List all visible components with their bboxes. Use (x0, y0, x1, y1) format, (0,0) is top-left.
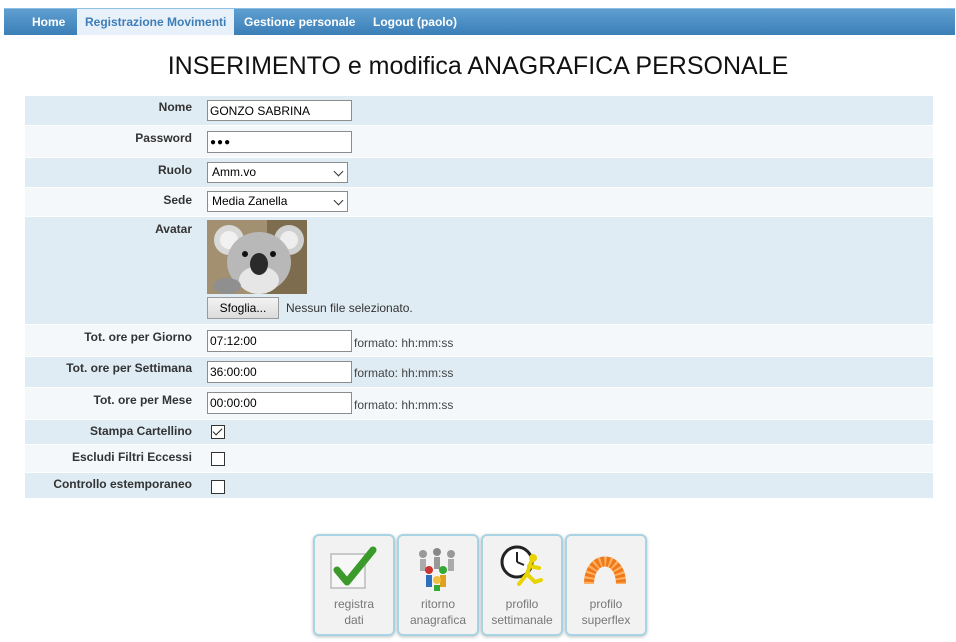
ore-giorno-input[interactable]: 07:12:00 (207, 330, 352, 352)
registra-dati-caption: registra dati (315, 596, 393, 628)
caption-line: profilo (505, 597, 539, 611)
spring-icon (584, 556, 626, 585)
controllo-estemporaneo-checkbox[interactable] (211, 480, 225, 494)
ore-settimana-label: Tot. ore per Settimana (66, 361, 192, 375)
ore-giorno-label: Tot. ore per Giorno (84, 330, 192, 344)
caption-line: settimanale (491, 613, 553, 627)
row-nome: Nome GONZO SABRINA (25, 96, 933, 125)
escludi-filtri-label: Escludi Filtri Eccessi (71, 450, 192, 464)
top-navbar: Home Registrazione Movimenti Gestione pe… (4, 8, 955, 35)
caption-line: registra (333, 597, 374, 611)
checkmark-icon (212, 425, 223, 436)
row-ore-mese: Tot. ore per Mese 00:00:00 formato: hh:m… (25, 388, 933, 419)
ore-mese-label: Tot. ore per Mese (93, 393, 192, 407)
password-label: Password (135, 131, 192, 145)
profilo-superflex-caption: profilo superflex (567, 596, 645, 628)
row-ore-giorno: Tot. ore per Giorno 07:12:00 formato: hh… (25, 325, 933, 356)
stampa-cartellino-checkbox[interactable] (211, 425, 225, 439)
caption-line: anagrafica (409, 613, 467, 627)
row-stampa-cartellino: Stampa Cartellino (25, 420, 933, 444)
ruolo-label: Ruolo (158, 163, 192, 177)
nome-input[interactable]: GONZO SABRINA (207, 100, 352, 121)
ruolo-selected-value: Amm.vo (212, 165, 257, 179)
row-sede: Sede Media Zanella (25, 188, 933, 216)
ritorno-anagrafica-button[interactable]: ritorno anagrafica (397, 534, 479, 636)
ore-settimana-input[interactable]: 36:00:00 (207, 361, 352, 383)
row-password: Password ●●● (25, 126, 933, 157)
nav-logout[interactable]: Logout (paolo) (373, 9, 457, 35)
registra-dati-button[interactable]: registra dati (313, 534, 395, 636)
clock-runner-icon (500, 545, 543, 586)
koala-avatar-icon (207, 220, 307, 294)
file-status-text: Nessun file selezionato. (286, 301, 413, 315)
ritorno-anagrafica-caption: ritorno anagrafica (399, 596, 477, 628)
controllo-estemporaneo-label: Controllo estemporaneo (53, 477, 192, 491)
ore-mese-input[interactable]: 00:00:00 (207, 392, 352, 414)
row-ruolo: Ruolo Amm.vo (25, 158, 933, 187)
caption-line: superflex (581, 613, 631, 627)
chevron-down-icon (333, 195, 344, 206)
password-input[interactable]: ●●● (207, 131, 352, 153)
profilo-settimanale-button[interactable]: profilo settimanale (481, 534, 563, 636)
nav-gestione-personale[interactable]: Gestione personale (244, 9, 355, 35)
page-title: INSERIMENTO e modifica ANAGRAFICA PERSON… (167, 52, 789, 80)
nav-home[interactable]: Home (32, 9, 65, 35)
row-escludi-filtri: Escludi Filtri Eccessi (25, 445, 933, 472)
sede-label: Sede (163, 193, 192, 207)
nome-label: Nome (158, 100, 192, 114)
nav-registrazione-movimenti[interactable]: Registrazione Movimenti (77, 9, 235, 35)
stampa-cartellino-label: Stampa Cartellino (89, 424, 192, 438)
caption-line: profilo (589, 597, 623, 611)
ore-giorno-hint: formato: hh:mm:ss (354, 336, 454, 350)
row-avatar: Avatar Sfoglia... Nessun file selezionat… (25, 217, 933, 324)
caption-line: dati (344, 613, 364, 627)
row-ore-settimana: Tot. ore per Settimana 36:00:00 formato:… (25, 357, 933, 387)
profilo-settimanale-caption: profilo settimanale (483, 596, 561, 628)
ruolo-select[interactable]: Amm.vo (207, 162, 348, 183)
checkmark-icon (330, 546, 377, 589)
ore-settimana-hint: formato: hh:mm:ss (354, 366, 454, 380)
sede-selected-value: Media Zanella (212, 194, 288, 208)
ore-mese-hint: formato: hh:mm:ss (354, 398, 454, 412)
avatar-label: Avatar (155, 222, 192, 236)
avatar-image (207, 220, 307, 294)
people-icon (419, 548, 455, 591)
chevron-down-icon (333, 166, 344, 177)
row-controllo-estemporaneo: Controllo estemporaneo (25, 473, 933, 498)
escludi-filtri-checkbox[interactable] (211, 452, 225, 466)
browse-button[interactable]: Sfoglia... (207, 297, 279, 319)
caption-line: ritorno (420, 597, 455, 611)
sede-select[interactable]: Media Zanella (207, 191, 348, 212)
profilo-superflex-button[interactable]: profilo superflex (565, 534, 647, 636)
